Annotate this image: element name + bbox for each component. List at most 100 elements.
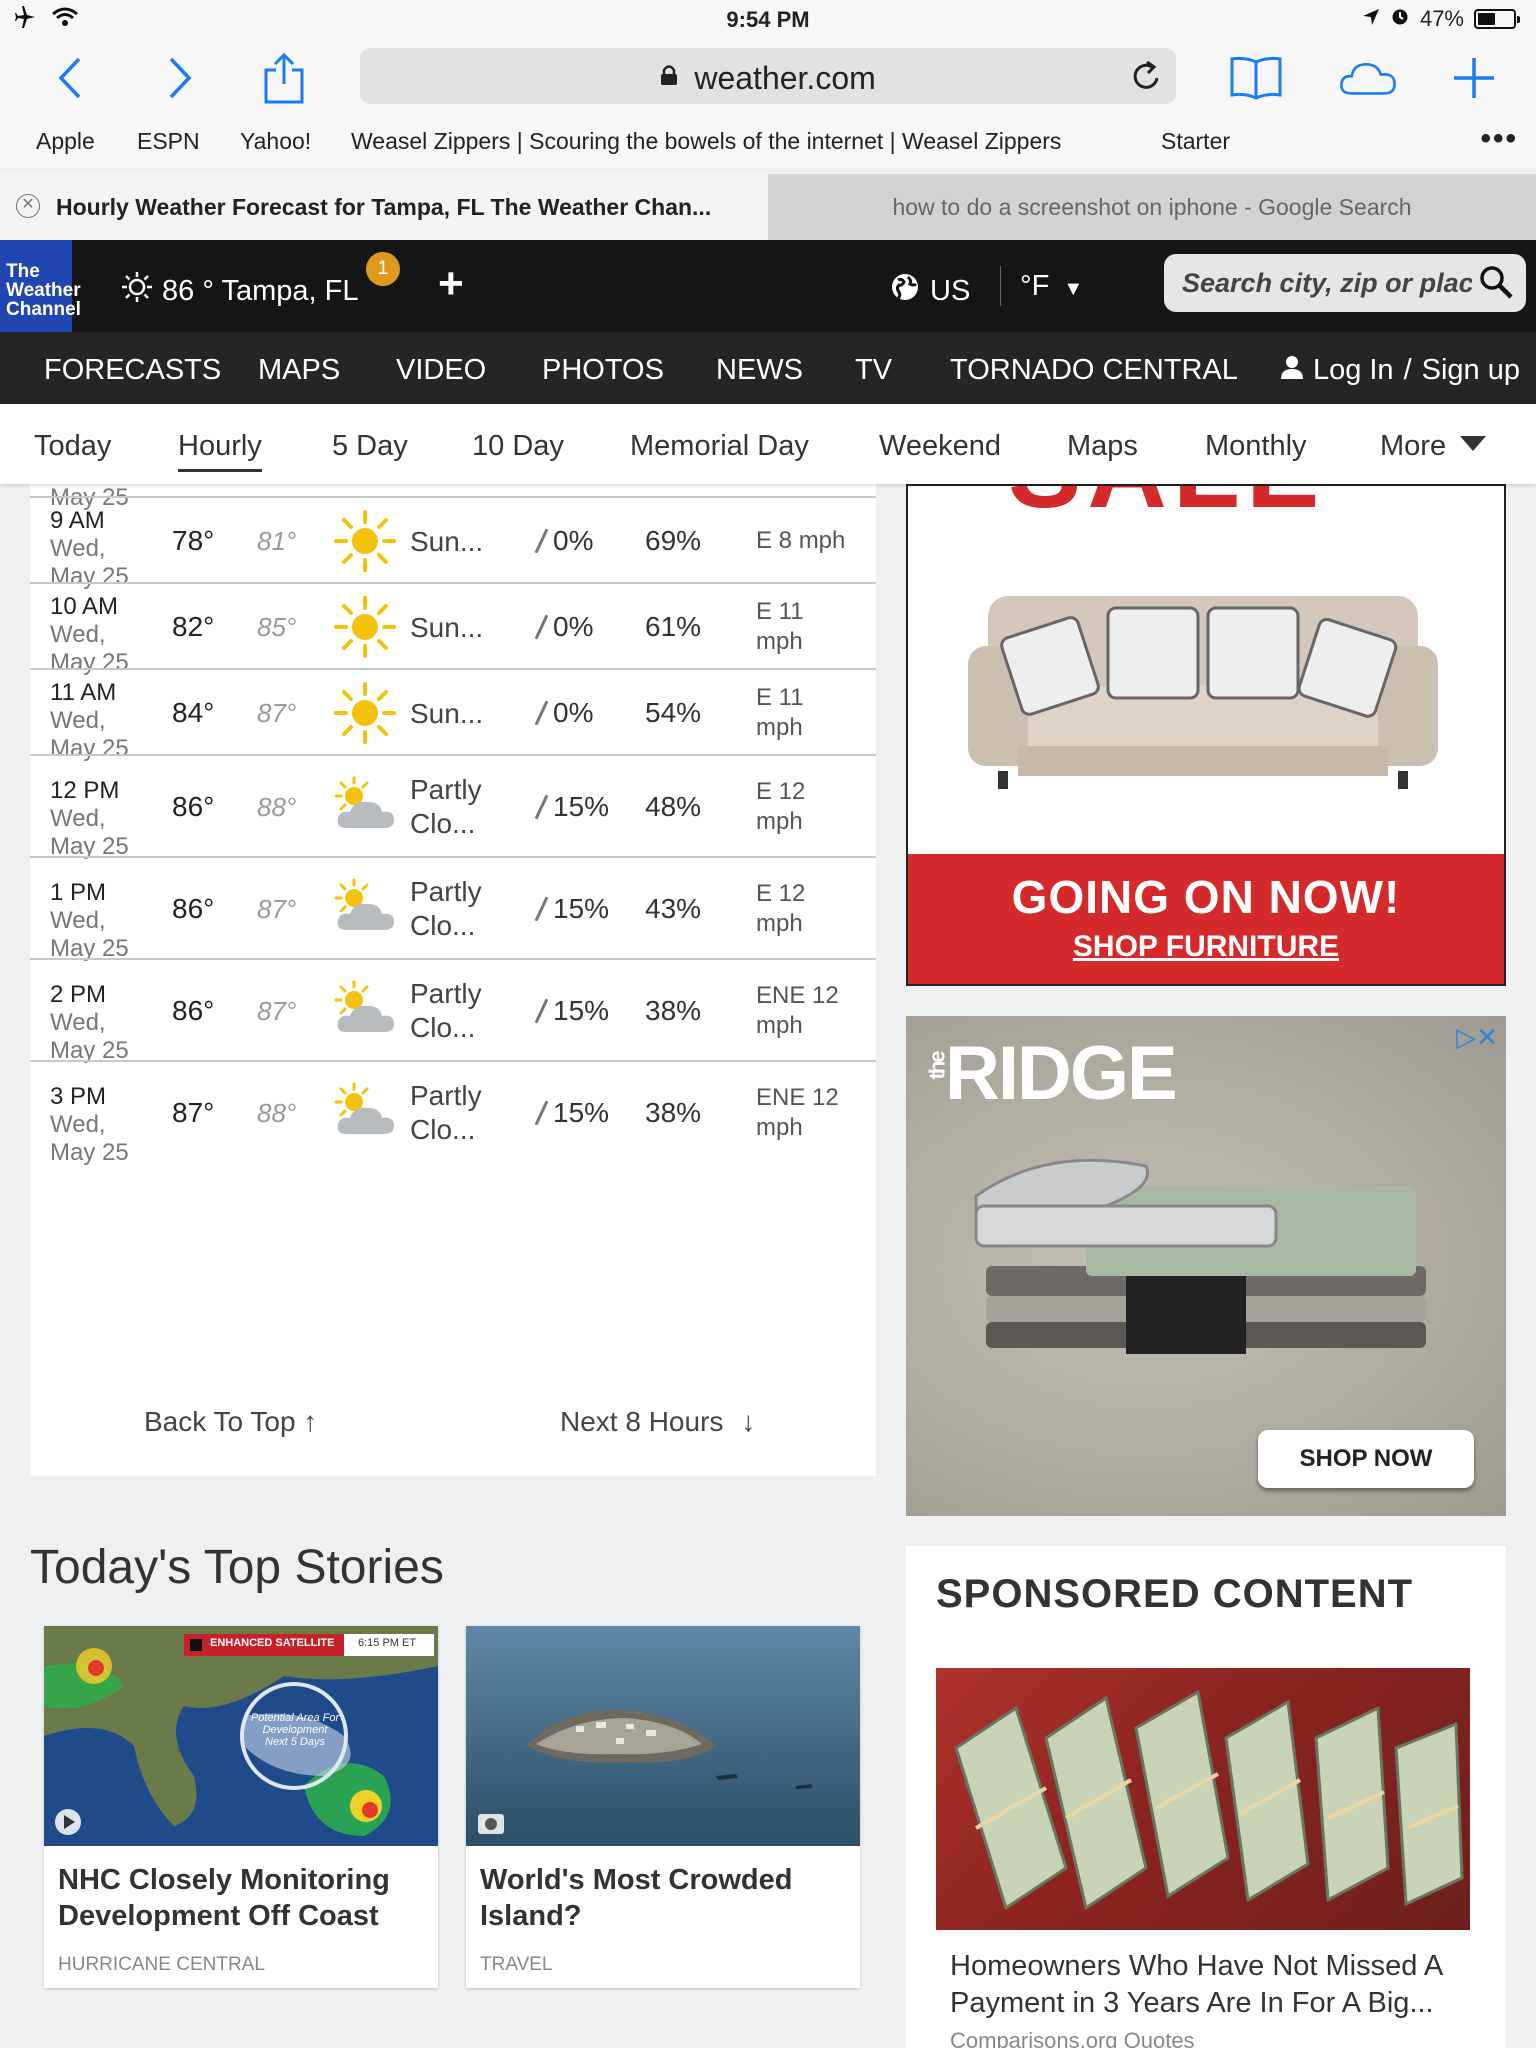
- table-row[interactable]: 2 PM Wed, May 25 86° 87° Partly Clo... 15% 38% EN…: [30, 958, 876, 1064]
- region-selector[interactable]: US: [890, 272, 970, 310]
- battery-icon: [1474, 9, 1520, 29]
- adchoices-icon[interactable]: ▷✕: [1456, 1022, 1498, 1053]
- ridge-wallet-ad[interactable]: theRIDGE ▷✕ SHOP NOW: [906, 1016, 1506, 1516]
- row-feels-like: 87°: [257, 698, 297, 728]
- new-tab-icon[interactable]: [1444, 50, 1504, 106]
- wind-line: E 11: [756, 598, 804, 625]
- reload-icon[interactable]: [1132, 60, 1162, 97]
- bookmark-starter[interactable]: Starter: [1161, 128, 1230, 155]
- status-right: 47%: [1362, 6, 1520, 32]
- tab-inactive[interactable]: how to do a screenshot on iphone - Googl…: [768, 174, 1536, 240]
- forward-icon[interactable]: [150, 50, 210, 106]
- condition-line: Sun...: [410, 612, 484, 643]
- story-headline[interactable]: NHC Closely Monitoring Development Off C…: [58, 1862, 428, 1934]
- more-bookmarks-icon[interactable]: •••: [1480, 122, 1518, 156]
- sale-headline: SALE: [1008, 486, 1325, 533]
- bookmark-yahoo[interactable]: Yahoo!: [240, 128, 311, 155]
- row-humidity: 38%: [645, 1097, 702, 1128]
- current-conditions[interactable]: 86 ° Tampa, FL: [120, 270, 358, 312]
- precip-value: 0%: [553, 525, 594, 556]
- row-day: Wed,: [50, 707, 106, 734]
- furniture-sale-ad[interactable]: SALE GOING ON NOW! SHOP FURNITURE: [906, 484, 1506, 986]
- bookmarks-book-icon[interactable]: [1226, 50, 1286, 106]
- going-on-now-text: GOING ON NOW!: [1011, 871, 1401, 923]
- row-day: Wed,: [50, 1111, 106, 1138]
- table-row[interactable]: 10 AM Wed, May 25 82° 85° Sun... 0% 61% E 11 mph: [30, 582, 876, 676]
- story-headline[interactable]: World's Most Crowded Island?: [480, 1862, 850, 1934]
- tab-maps[interactable]: Maps: [1067, 430, 1138, 463]
- back-icon[interactable]: [40, 50, 100, 106]
- tab-active[interactable]: ✕ Hourly Weather Forecast for Tampa, FL …: [0, 174, 768, 240]
- table-row[interactable]: 11 AM Wed, May 25 84° 87° Sun... 0% 54% E 11 mph: [30, 668, 876, 762]
- wind-line: E 11: [756, 684, 804, 711]
- more-label: More: [1380, 430, 1447, 462]
- url-text[interactable]: weather.com: [360, 60, 1176, 97]
- user-icon: [1280, 354, 1303, 387]
- table-row[interactable]: 9 AM Wed, May 25 78° 81° Sun... 0% 69% E 8 mph: [30, 496, 876, 590]
- tab-more[interactable]: More: [1380, 430, 1487, 463]
- tab-hourly[interactable]: Hourly: [178, 430, 262, 472]
- story-card[interactable]: World's Most Crowded Island? TRAVEL: [466, 1626, 860, 1988]
- nav-tornado-central[interactable]: TORNADO CENTRAL: [950, 354, 1238, 387]
- signup-link[interactable]: Sign up: [1422, 354, 1520, 387]
- shop-furniture-link[interactable]: SHOP FURNITURE: [908, 924, 1504, 964]
- nav-news[interactable]: NEWS: [716, 354, 803, 387]
- location-arrow-icon: [1362, 6, 1380, 32]
- login-link[interactable]: Log In: [1313, 354, 1394, 387]
- shop-now-button[interactable]: SHOP NOW: [1258, 1430, 1474, 1488]
- nav-video[interactable]: VIDEO: [396, 354, 486, 387]
- condition-line: Sun...: [410, 698, 484, 729]
- row-time: 3 PM: [50, 1083, 107, 1110]
- row-feels-like: 85°: [257, 612, 297, 642]
- sponsored-headline[interactable]: Homeowners Who Have Not Missed A Payment…: [950, 1948, 1470, 2022]
- share-icon[interactable]: [254, 50, 314, 106]
- tab-monthly[interactable]: Monthly: [1205, 430, 1307, 463]
- story-card[interactable]: ENHANCED SATELLITE 6:15 PM ET Potential …: [44, 1626, 438, 1988]
- globe-icon: [890, 272, 920, 310]
- play-video-icon[interactable]: [54, 1810, 82, 1838]
- alarm-clock-icon: [1390, 6, 1410, 32]
- nav-tv[interactable]: TV: [855, 354, 892, 387]
- tab-5-day[interactable]: 5 Day: [332, 430, 408, 463]
- nav-forecasts[interactable]: FORECASTS: [44, 354, 221, 387]
- site-header: The Weather Channel 86 ° Tampa, FL 1 + U…: [0, 240, 1536, 332]
- nav-photos[interactable]: PHOTOS: [542, 354, 664, 387]
- next-8-hours-link[interactable]: Next 8 Hours ↓: [560, 1406, 755, 1438]
- tab-memorial-day[interactable]: Memorial Day: [630, 430, 809, 463]
- alert-badge[interactable]: 1: [366, 252, 400, 286]
- nav-maps[interactable]: MAPS: [258, 354, 340, 387]
- bookmark-weasel-zippers[interactable]: Weasel Zippers | Scouring the bowels of …: [351, 128, 1061, 155]
- twc-logo[interactable]: The Weather Channel: [0, 240, 81, 332]
- tab-10-day[interactable]: 10 Day: [472, 430, 564, 463]
- table-row[interactable]: 1 PM Wed, May 25 86° 87° Partly Clo... 15% 43% E …: [30, 856, 876, 962]
- bookmark-apple[interactable]: Apple: [36, 128, 95, 155]
- precip-value: 15%: [553, 995, 610, 1026]
- add-location-button[interactable]: +: [438, 262, 464, 306]
- row-time: 10 AM: [50, 593, 119, 620]
- sale-banner: GOING ON NOW! SHOP FURNITURE: [908, 854, 1504, 984]
- back-to-top-link[interactable]: Back To Top ↑: [144, 1406, 317, 1438]
- row-precip: 15%: [534, 1097, 609, 1129]
- bookmark-espn[interactable]: ESPN: [137, 128, 200, 155]
- row-condition: Partly Clo...: [410, 1079, 482, 1147]
- table-row[interactable]: 3 PM Wed, May 25 87° 88° Partly Clo... 15% 38% EN…: [30, 1060, 876, 1166]
- money-rolls-image[interactable]: [936, 1668, 1470, 1930]
- search-input[interactable]: [1182, 266, 1472, 300]
- tab-bar: ✕ Hourly Weather Forecast for Tampa, FL …: [0, 174, 1536, 240]
- icloud-tabs-icon[interactable]: [1338, 50, 1398, 106]
- tab-title: how to do a screenshot on iphone - Googl…: [892, 194, 1412, 220]
- close-tab-icon[interactable]: ✕: [16, 194, 40, 218]
- row-condition: Sun...: [410, 611, 483, 645]
- search-box[interactable]: [1164, 254, 1526, 312]
- search-icon[interactable]: [1478, 264, 1514, 305]
- address-bar[interactable]: weather.com: [360, 48, 1176, 104]
- row-wind: E 11 mph: [756, 683, 804, 743]
- partly-cloudy-icon: [330, 772, 400, 842]
- units-selector[interactable]: °F ▼: [1020, 270, 1083, 303]
- tab-today[interactable]: Today: [34, 430, 111, 463]
- tab-title: Hourly Weather Forecast for Tampa, FL Th…: [56, 194, 712, 220]
- status-bar: 9:54 PM 47%: [0, 0, 1536, 40]
- tab-weekend[interactable]: Weekend: [879, 430, 1001, 463]
- raindrop-icon: [534, 614, 549, 640]
- table-row[interactable]: 12 PM Wed, May 25 86° 88° Partly Clo... 15% 48% E…: [30, 754, 876, 860]
